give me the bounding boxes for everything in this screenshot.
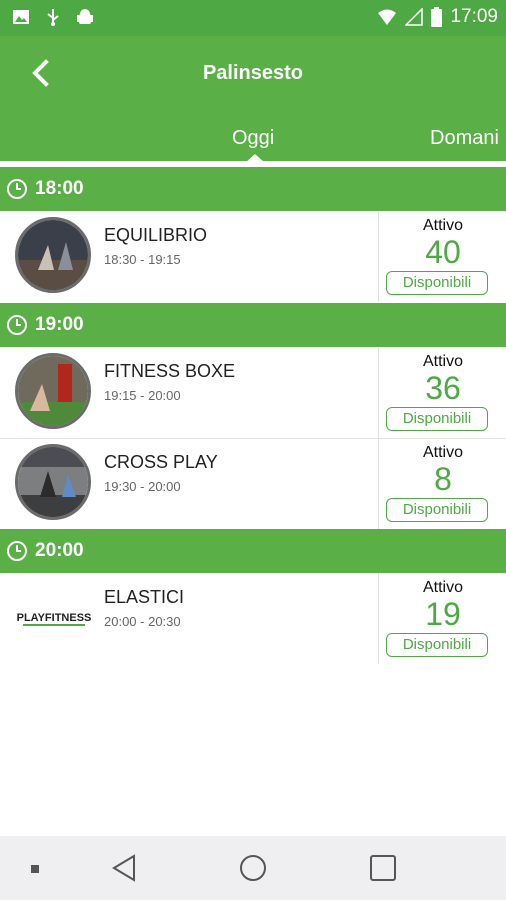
available-button[interactable]: Disponibili: [386, 633, 488, 657]
app-bar: Palinsesto Oggi Domani: [0, 36, 506, 164]
class-thumbnail: [15, 353, 91, 429]
divider: [378, 574, 379, 664]
class-name: CROSS PLAY: [104, 452, 218, 472]
tab-tomorrow[interactable]: Domani: [430, 127, 499, 150]
tab-divider: [0, 161, 506, 164]
time-group-header: 18:00: [0, 167, 506, 211]
usb-icon: [47, 9, 59, 26]
image-notification-icon: [13, 10, 29, 24]
class-name: FITNESS BOXE: [104, 361, 236, 381]
divider: [378, 439, 379, 529]
battery-icon: [431, 7, 443, 27]
group-time: 18:00: [35, 178, 84, 199]
class-name: EQUILIBRIO: [104, 225, 208, 245]
class-hours: 18:30 - 19:15: [104, 252, 181, 267]
class-hours: 20:00 - 20:30: [104, 614, 181, 629]
available-count: 8: [434, 461, 452, 497]
class-thumbnail: [15, 217, 91, 293]
time-group-header: 19:00: [0, 303, 506, 347]
clock-icon: [7, 179, 27, 199]
playfitness-logo: PLAYFITNESS: [17, 606, 92, 626]
status-bar: 17:09: [0, 0, 506, 36]
system-navigation-bar: [0, 836, 506, 900]
class-row[interactable]: PLAYFITNESS ELASTICI 20:00 - 20:30 Attiv…: [0, 574, 506, 664]
class-row[interactable]: CROSS PLAY 19:30 - 20:00 Attivo 8 Dispon…: [0, 439, 506, 529]
available-button[interactable]: Disponibili: [386, 407, 488, 431]
class-name: ELASTICI: [104, 587, 185, 607]
available-count: 19: [425, 596, 461, 632]
class-hours: 19:30 - 20:00: [104, 479, 181, 494]
available-count: 40: [425, 234, 461, 270]
available-button[interactable]: Disponibili: [386, 498, 488, 522]
class-status: Attivo: [422, 579, 463, 596]
menu-dot-icon[interactable]: [31, 865, 39, 873]
clock-icon: [7, 541, 27, 561]
recents-square-icon[interactable]: [369, 854, 397, 882]
clock-time: 17:09: [450, 6, 498, 27]
class-row[interactable]: FITNESS BOXE 19:15 - 20:00 Attivo 36 Dis…: [0, 348, 506, 439]
home-circle-icon[interactable]: [239, 854, 267, 882]
class-row[interactable]: EQUILIBRIO 18:30 - 19:15 Attivo 40 Dispo…: [0, 212, 506, 302]
page-title: Palinsesto: [202, 62, 304, 84]
divider: [378, 212, 379, 302]
signal-icon: [405, 8, 424, 26]
class-hours: 19:15 - 20:00: [104, 388, 181, 403]
time-group-header: 20:00: [0, 529, 506, 573]
group-time: 19:00: [35, 314, 84, 335]
back-triangle-icon[interactable]: [110, 853, 138, 883]
android-debug-icon: [77, 9, 93, 24]
class-thumbnail: [15, 444, 91, 520]
logo-text: PLAYFITNESS: [17, 612, 92, 624]
class-status: Attivo: [422, 217, 463, 234]
wifi-icon: [378, 9, 397, 25]
available-count: 36: [425, 370, 461, 406]
class-status: Attivo: [422, 353, 463, 370]
group-time: 20:00: [35, 540, 84, 561]
available-button[interactable]: Disponibili: [386, 271, 488, 295]
clock-icon: [7, 315, 27, 335]
class-status: Attivo: [422, 444, 463, 461]
tab-today[interactable]: Oggi: [232, 127, 274, 150]
divider: [378, 348, 379, 438]
